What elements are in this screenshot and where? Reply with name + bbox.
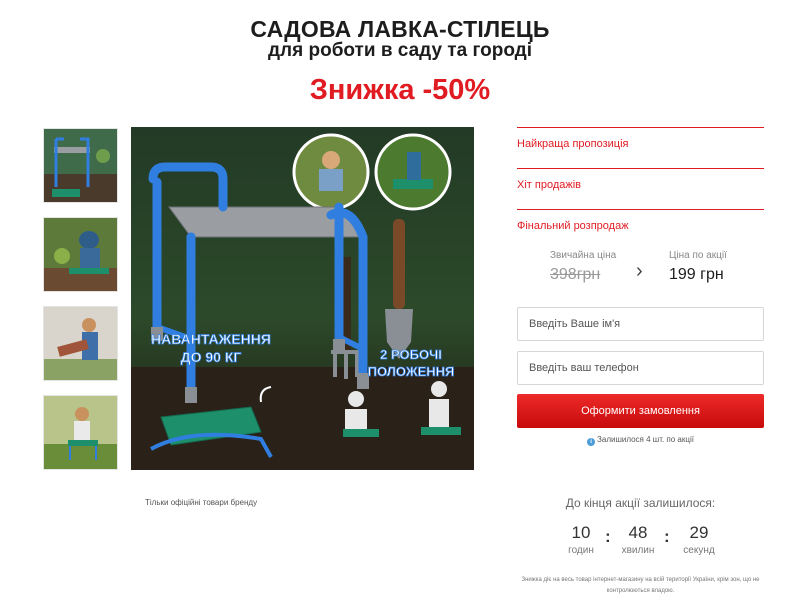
main-product-image: НАВАНТАЖЕННЯ ДО 90 КГ 2 РОБОЧІ ПОЛОЖЕННЯ (131, 127, 474, 470)
name-field[interactable] (517, 307, 764, 341)
badge-positions-line2: ПОЛОЖЕННЯ (368, 364, 455, 379)
page-title: САДОВА ЛАВКА-СТІЛЕЦЬ (250, 16, 550, 42)
stock-note: i Залишилося 4 шт. по акції (517, 435, 764, 446)
badge-positions-line1: 2 РОБОЧІ (380, 347, 442, 362)
new-price: 199 грн (669, 266, 724, 283)
thumbnail-1[interactable] (43, 128, 118, 203)
countdown-seconds-label: секунд (683, 545, 715, 556)
phone-input[interactable] (518, 352, 763, 384)
countdown-hours-label: годин (568, 545, 594, 556)
countdown-minutes: 48 (628, 523, 648, 542)
order-button[interactable]: Оформити замовлення (517, 394, 764, 428)
badge-load-line2: ДО 90 КГ (181, 349, 242, 365)
info-icon: i (587, 438, 596, 446)
old-price: 398грн (550, 266, 601, 283)
badge-load-line1: НАВАНТАЖЕННЯ (151, 331, 271, 347)
countdown-minutes-label: хвилин (621, 545, 655, 556)
countdown-hours: 10 (571, 523, 591, 542)
countdown-separator: : (605, 527, 611, 546)
offer-item: Хіт продажів (517, 168, 764, 208)
countdown-separator: : (664, 527, 670, 546)
offer-item: Найкраща пропозиція (517, 127, 764, 167)
countdown-title: До кінця акції залишилося: (565, 496, 716, 510)
name-input[interactable] (518, 308, 763, 340)
offer-label: Хіт продажів (517, 179, 582, 191)
thumbnail-2[interactable] (43, 217, 118, 292)
price-block: Звичайна ціна 398грн › Ціна по акції 199… (517, 248, 764, 294)
page-subtitle: для роботи в саду та городі (267, 40, 533, 61)
chevron-right-icon: › (636, 260, 643, 282)
countdown-seconds: 29 (689, 523, 709, 542)
phone-field[interactable] (517, 351, 764, 385)
offer-label: Фінальний розпродаж (517, 220, 629, 232)
thumbnail-3[interactable] (43, 306, 118, 381)
new-price-label: Ціна по акції (669, 250, 727, 261)
disclaimer: Знижка діє на весь товар інтернет-магази… (521, 577, 760, 594)
thumbnail-4[interactable] (43, 395, 118, 470)
offer-label: Найкраща пропозиція (517, 138, 629, 150)
offer-item: Фінальний розпродаж (517, 209, 764, 249)
brand-note: Тільки офіційні товари бренду (145, 498, 258, 507)
discount-banner: Знижка -50% (309, 74, 491, 106)
old-price-label: Звичайна ціна (550, 250, 617, 261)
stock-text: Залишилося 4 шт. по акції (597, 435, 694, 444)
